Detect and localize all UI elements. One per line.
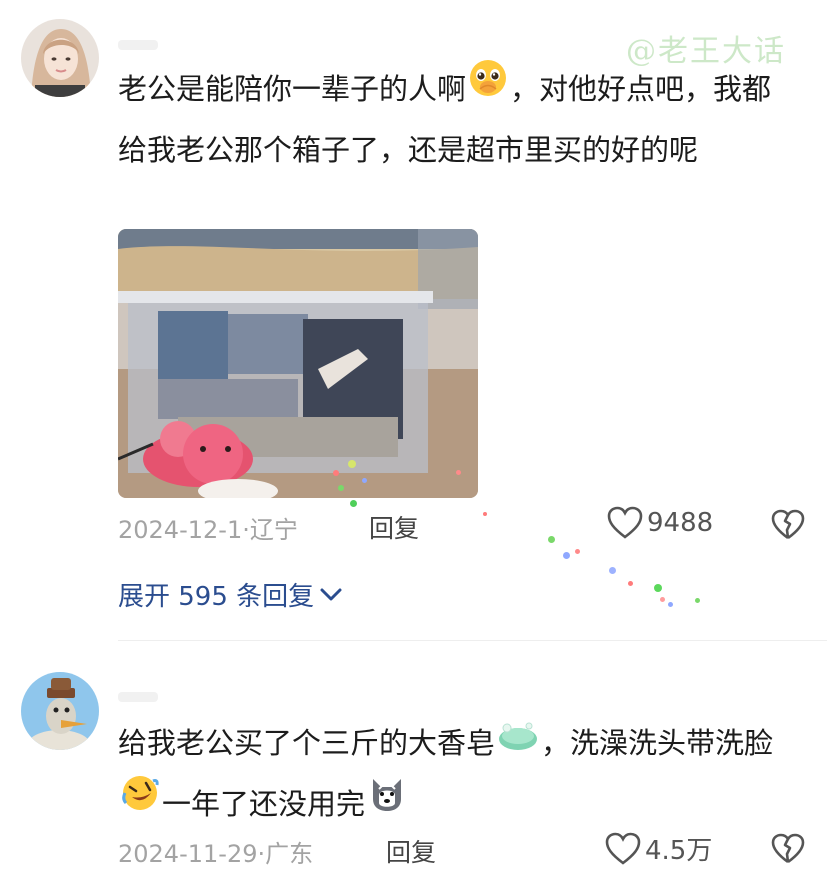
comment-date-location: 2024-12-1·辽宁 — [118, 516, 298, 544]
comment-body: 老公是能陪你一辈子的人啊 ，对他好点吧，我都给我老公那个箱子了，还是超市里买的好的… — [118, 60, 798, 180]
reply-button[interactable]: 回复 — [369, 509, 419, 545]
expand-replies-label: 展开 595 条回复 — [118, 582, 315, 612]
expand-replies-link[interactable]: 展开 595 条回复 — [118, 576, 342, 613]
broken-heart-icon[interactable] — [771, 833, 805, 865]
confetti-dot — [362, 478, 367, 483]
confetti-dot — [609, 567, 616, 574]
avatar[interactable] — [21, 19, 99, 97]
username-blurred[interactable] — [118, 692, 158, 702]
comment-text-part: 老公是能陪你一辈子的人啊 — [118, 72, 467, 106]
heart-icon — [605, 832, 641, 865]
comment-text-part: ，洗澡洗头带洗脸 — [541, 726, 774, 760]
confetti-dot — [456, 470, 461, 475]
comment-body: 给我老公买了个三斤的大香皂 ，洗澡洗头带洗脸一年了还没用完 — [118, 714, 798, 836]
comment-text-part: 一年了还没用完 — [162, 786, 366, 821]
broken-heart-icon[interactable] — [771, 509, 805, 541]
husky-dog-icon — [367, 773, 407, 833]
comment-date-location: 2024-11-29·广东 — [118, 840, 314, 868]
like-button[interactable]: 9488 — [607, 506, 713, 540]
confetti-dot — [348, 460, 356, 468]
confetti-dot — [350, 500, 357, 507]
like-count: 4.5万 — [645, 836, 713, 866]
confetti-dot — [668, 602, 673, 607]
soap-icon — [497, 713, 539, 772]
comment-divider — [118, 640, 827, 641]
confetti-dot — [333, 470, 339, 476]
confetti-dot — [548, 536, 555, 543]
confetti-dot — [338, 485, 344, 491]
username-blurred[interactable] — [118, 40, 158, 50]
pleading-face-icon — [468, 58, 508, 118]
confetti-dot — [563, 552, 570, 559]
confetti-dot — [695, 598, 700, 603]
confetti-dot — [483, 512, 487, 516]
confetti-dot — [575, 549, 580, 554]
confetti-dot — [660, 597, 665, 602]
like-button[interactable]: 4.5万 — [605, 830, 712, 867]
chevron-down-icon — [320, 588, 342, 600]
rofl-icon — [120, 773, 160, 833]
like-count: 9488 — [647, 508, 714, 538]
avatar[interactable] — [21, 672, 99, 750]
confetti-dot — [628, 581, 633, 586]
reply-button[interactable]: 回复 — [386, 833, 436, 869]
confetti-dot — [654, 584, 662, 592]
comment-text-part: 给我老公买了个三斤的大香皂 — [118, 726, 496, 760]
heart-icon — [607, 506, 643, 539]
comment-photo[interactable] — [118, 229, 478, 498]
